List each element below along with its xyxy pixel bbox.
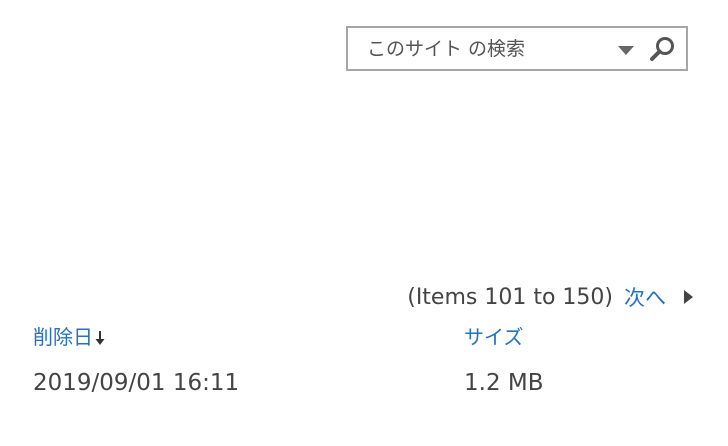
cell-deleted-date: 2019/09/01 16:11 [33, 370, 240, 396]
next-page-button[interactable] [682, 288, 694, 306]
column-header-size[interactable]: サイズ [464, 321, 523, 350]
sort-descending-icon [95, 327, 105, 351]
column-header-label: 削除日 [33, 325, 93, 349]
cell-size: 1.2 MB [464, 370, 544, 396]
search-button[interactable] [648, 34, 678, 64]
triangle-right-icon [684, 290, 693, 304]
recycle-bin-page: (Items 101 to 150) 次へ 削除日 サイズ 2019/09/01… [0, 0, 728, 446]
paging-range-text: (Items 101 to 150) [407, 284, 613, 310]
paging-bar: (Items 101 to 150) 次へ [407, 282, 694, 312]
column-header-label: サイズ [464, 325, 524, 349]
triangle-down-icon [618, 46, 634, 55]
search-input[interactable] [348, 28, 615, 69]
site-search-box [346, 26, 688, 71]
magnifier-icon [650, 37, 674, 61]
column-header-deleted-date[interactable]: 削除日 [33, 321, 105, 351]
next-page-link[interactable]: 次へ [624, 282, 666, 312]
search-scope-dropdown[interactable] [616, 42, 636, 56]
